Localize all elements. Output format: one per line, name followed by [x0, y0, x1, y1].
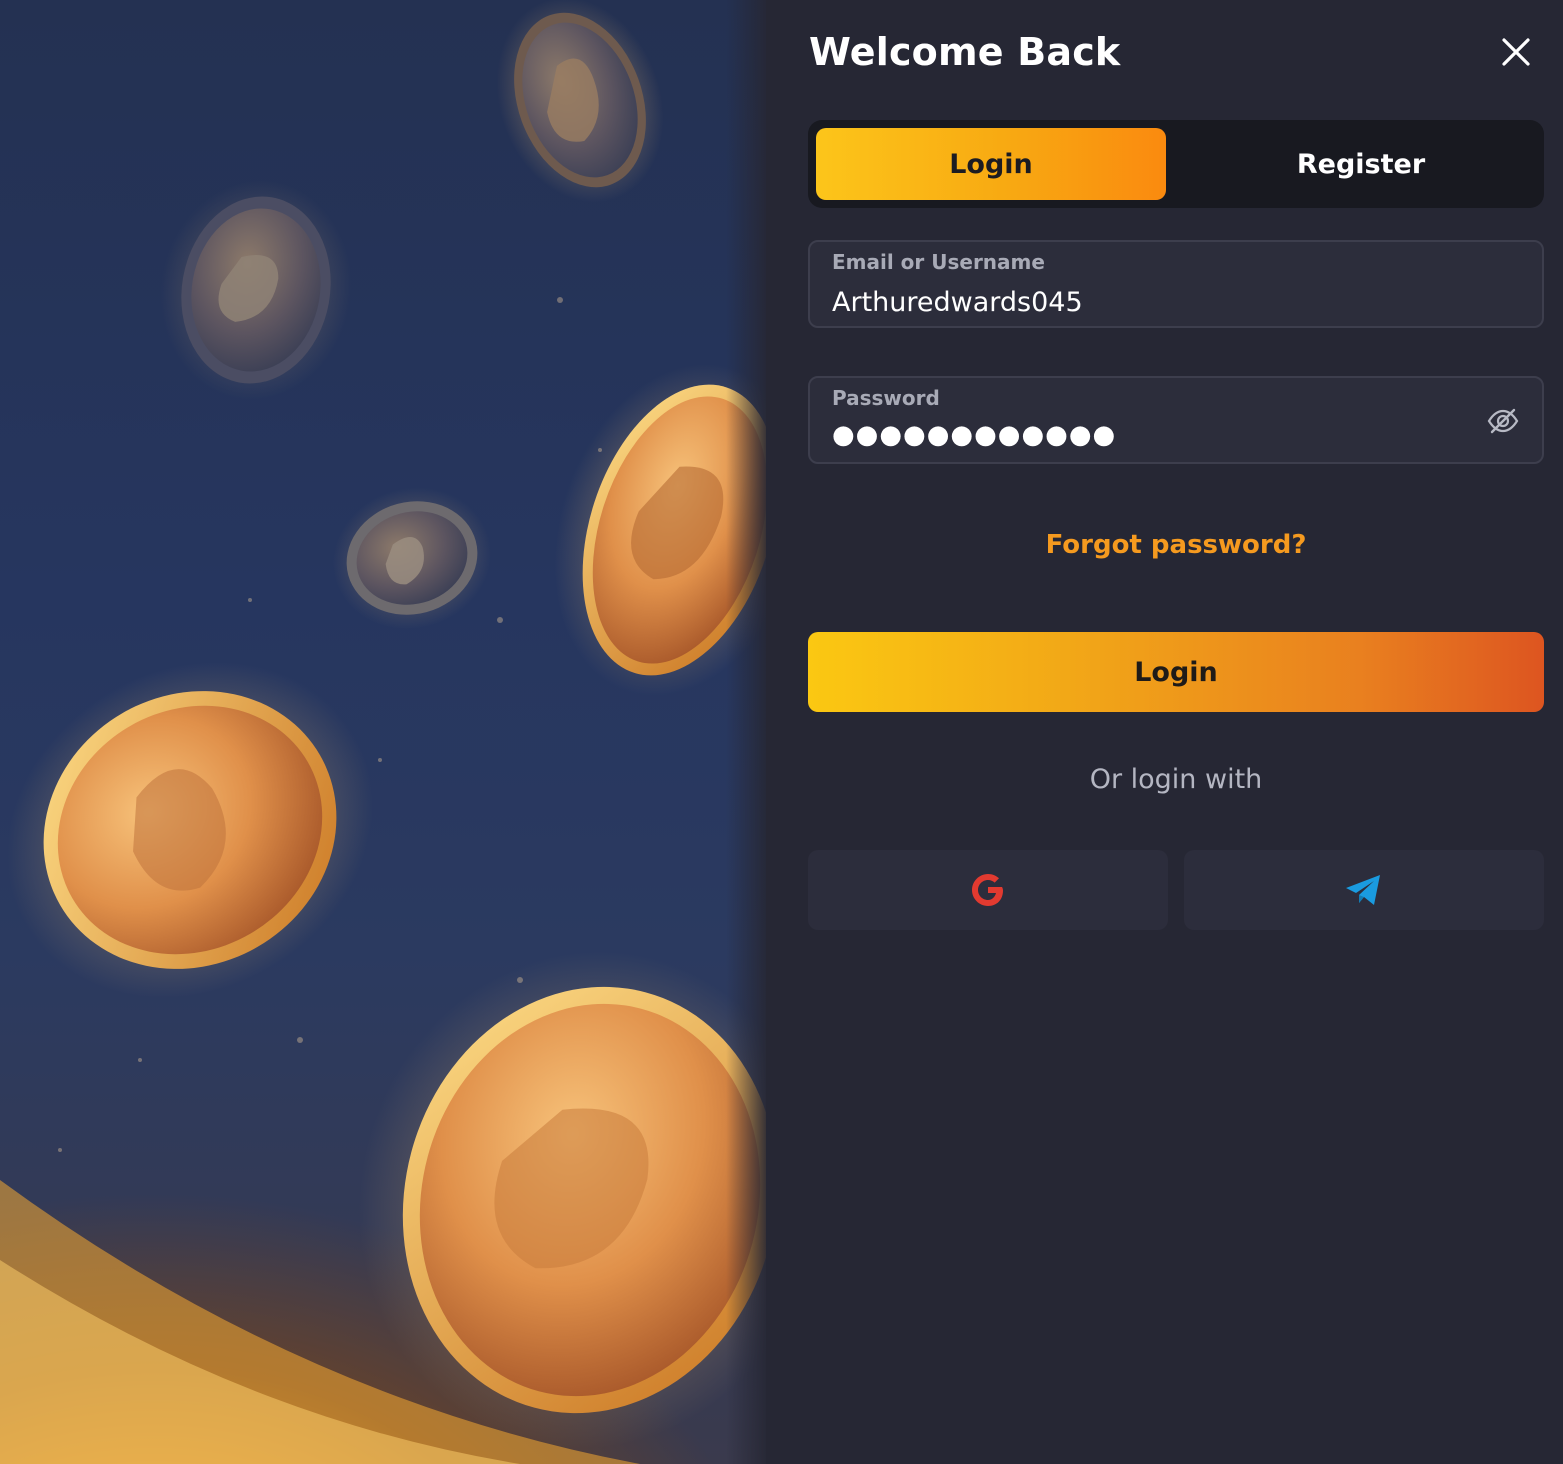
password-field[interactable]: Password ●●●●●●●●●●●● — [808, 376, 1544, 464]
username-field[interactable]: Email or Username — [808, 240, 1544, 328]
tab-login[interactable]: Login — [816, 128, 1166, 200]
google-icon — [972, 874, 1003, 906]
login-modal: Welcome Back Login Register Email or Use… — [0, 0, 1563, 1464]
eye-off-icon — [1487, 408, 1519, 434]
username-label: Email or Username — [832, 250, 1045, 274]
password-input[interactable]: ●●●●●●●●●●●● — [832, 420, 1452, 456]
username-input[interactable] — [832, 284, 1452, 320]
login-submit-button[interactable]: Login — [808, 632, 1544, 712]
close-button[interactable] — [1496, 32, 1536, 72]
tab-register[interactable]: Register — [1186, 128, 1536, 200]
toggle-password-visibility-button[interactable] — [1486, 404, 1520, 438]
telegram-login-button[interactable] — [1184, 850, 1544, 930]
close-icon — [1502, 38, 1530, 66]
social-login-heading: Or login with — [1089, 764, 1263, 795]
coins-illustration — [0, 0, 766, 1464]
dialog-title: Welcome Back — [809, 30, 1121, 74]
login-panel: Welcome Back Login Register Email or Use… — [766, 0, 1563, 1464]
telegram-icon — [1346, 875, 1380, 905]
auth-tabs: Login Register — [808, 120, 1544, 208]
forgot-password-link[interactable]: Forgot password? — [808, 530, 1544, 560]
promo-artwork — [0, 0, 766, 1464]
art-edge-fade — [726, 0, 766, 1464]
google-login-button[interactable] — [808, 850, 1168, 930]
password-label: Password — [832, 386, 940, 410]
